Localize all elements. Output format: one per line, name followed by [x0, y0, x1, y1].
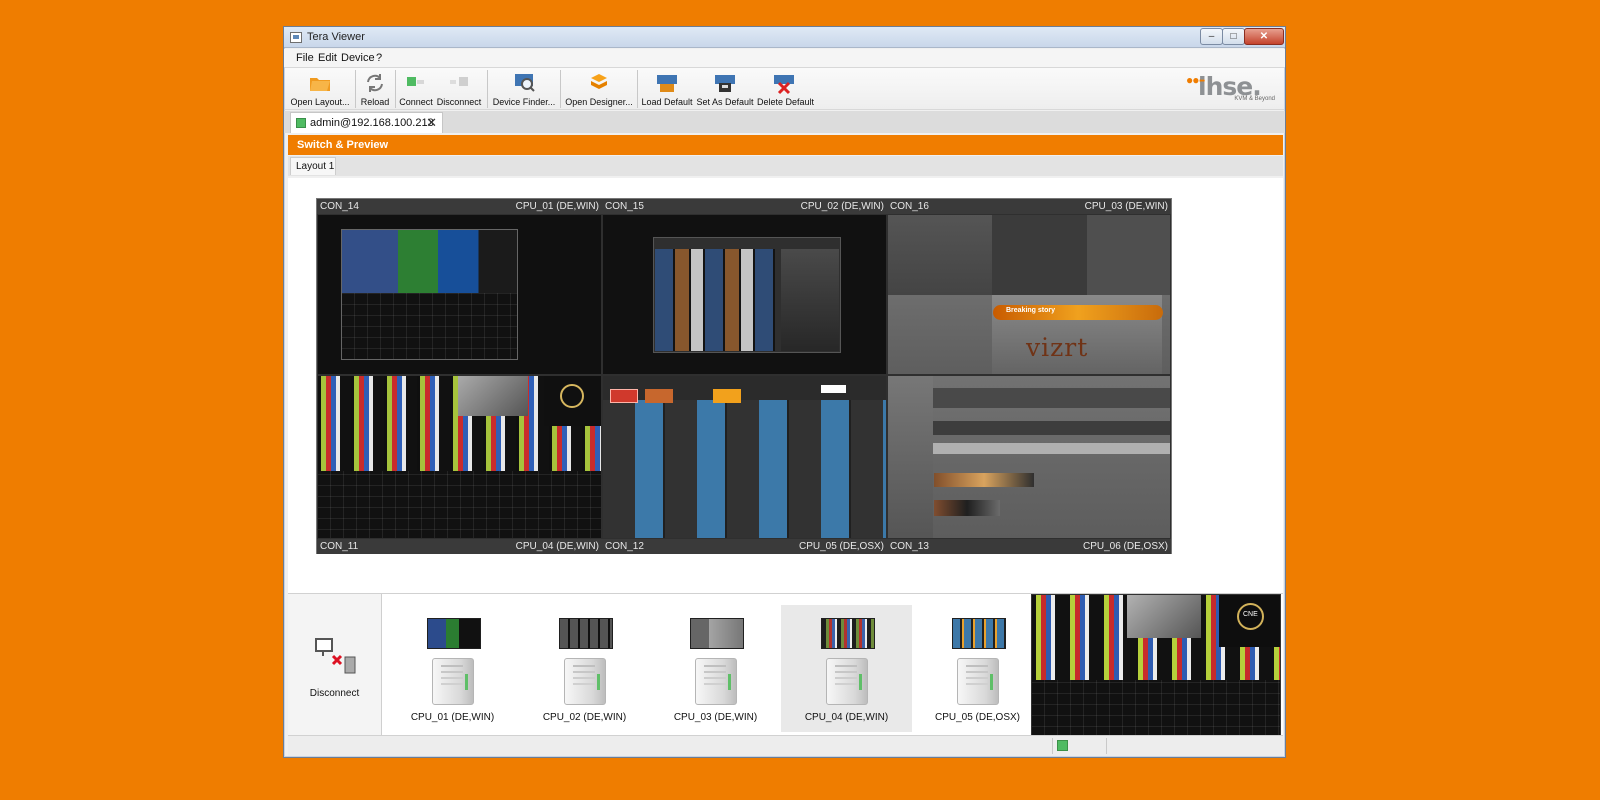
switch-preview-header: Switch & Preview: [288, 135, 1283, 155]
app-icon: [290, 32, 302, 43]
connection-status-icon: [296, 118, 306, 128]
maximize-button[interactable]: □: [1222, 28, 1245, 45]
cpu-02-label: CPU_02 (DE,WIN): [542, 712, 627, 723]
delete-default-icon: [774, 75, 794, 95]
menu-help[interactable]: ?: [376, 52, 382, 64]
menu-edit[interactable]: Edit: [318, 52, 337, 64]
bottom-label-2: CON_12 CPU_05 (DE,OSX): [602, 539, 887, 554]
monitor-con-12[interactable]: [602, 375, 887, 539]
section-title: Switch & Preview: [297, 139, 389, 151]
folder-open-icon: [310, 78, 330, 91]
cpu-04-label: CPU_04 (DE,WIN): [804, 712, 889, 723]
session-tab[interactable]: admin@192.168.100.213 ✕: [290, 112, 443, 133]
menu-bar: File Edit Device ?: [284, 49, 1285, 67]
bottom-label-3: CON_13 CPU_06 (DE,OSX): [887, 539, 1171, 554]
preview-logo-text: CNE: [1243, 611, 1258, 618]
video-wall: CON_14 CPU_01 (DE,WIN) CON_15 CPU_02 (DE,W…: [316, 198, 1172, 554]
minimize-button[interactable]: –: [1200, 28, 1223, 45]
logo-tagline: KVM & Beyond: [1234, 96, 1275, 102]
monitor-con-15[interactable]: [602, 214, 887, 375]
source-strip: Disconnect CPU_01 (DE,WIN) CPU_02 (DE,WI…: [288, 593, 1283, 736]
computer-tower-icon: [826, 658, 868, 705]
cpu-02-thumbnail: [559, 618, 613, 649]
tab-close-icon[interactable]: ✕: [426, 115, 437, 131]
session-tab-strip: admin@192.168.100.213 ✕: [284, 111, 1285, 133]
set-as-default-button[interactable]: Set As Default: [695, 68, 755, 111]
computer-tower-icon: [695, 658, 737, 705]
monitor-con-16[interactable]: Breaking story vizrt: [887, 214, 1171, 375]
device-finder-icon: [515, 74, 535, 92]
delete-default-button[interactable]: Delete Default: [757, 68, 814, 111]
top-label-2: CON_15 CPU_02 (DE,WIN): [602, 199, 887, 214]
bottom-label-1: CON_11 CPU_04 (DE,WIN): [317, 539, 602, 554]
window-title: Tera Viewer: [307, 31, 365, 43]
cpu-05-thumbnail: [952, 618, 1006, 649]
source-cpu-01[interactable]: CPU_01 (DE,WIN): [387, 605, 518, 732]
title-bar[interactable]: Tera Viewer – □ ✕: [284, 27, 1285, 48]
source-cpu-04[interactable]: CPU_04 (DE,WIN): [781, 605, 912, 732]
source-cpu-05[interactable]: CPU_05 (DE,OSX): [912, 605, 1043, 732]
disconnect-source-icon: [315, 638, 356, 674]
save-default-icon: [715, 75, 735, 92]
selected-source-preview[interactable]: CNE: [1031, 594, 1281, 736]
load-default-icon: [657, 75, 677, 92]
computer-tower-icon: [957, 658, 999, 705]
connect-icon: [407, 77, 424, 86]
vizrt-text: vizrt: [1026, 333, 1089, 362]
close-button[interactable]: ✕: [1244, 28, 1284, 45]
disconnect-toolbar-button[interactable]: Disconnect: [435, 68, 483, 111]
status-bar: [288, 735, 1283, 756]
reload-icon: [367, 74, 383, 92]
disconnect-source-button[interactable]: Disconnect: [288, 594, 382, 736]
layout-tab-strip: Layout 1: [288, 156, 1283, 176]
disconnect-icon: [450, 77, 468, 86]
menu-file[interactable]: File: [296, 52, 314, 64]
open-layout-button[interactable]: Open Layout...: [289, 68, 351, 111]
connect-button[interactable]: Connect: [397, 68, 435, 111]
load-default-button[interactable]: Load Default: [641, 68, 693, 111]
computer-tower-icon: [564, 658, 606, 705]
source-cpu-02[interactable]: CPU_02 (DE,WIN): [519, 605, 650, 732]
cpu-03-thumbnail: [690, 618, 744, 649]
disconnect-label: Disconnect: [309, 688, 360, 699]
monitor-con-14[interactable]: [317, 214, 602, 375]
cpu-04-thumbnail: [821, 618, 875, 649]
monitor-con-11[interactable]: [317, 375, 602, 539]
ihse-logo: ●●● ihse. KVM & Beyond: [1182, 72, 1276, 105]
layout-tab[interactable]: Layout 1: [290, 157, 336, 175]
breaking-story-text: Breaking story: [1006, 307, 1056, 314]
status-indicator-icon: [1057, 740, 1068, 751]
main-toolbar: Open Layout... Reload Connect Disconnect…: [285, 67, 1284, 110]
layout-canvas: CON_14 CPU_01 (DE,WIN) CON_15 CPU_02 (DE,W…: [288, 178, 1283, 593]
top-label-1: CON_14 CPU_01 (DE,WIN): [317, 199, 602, 214]
cpu-03-label: CPU_03 (DE,WIN): [673, 712, 758, 723]
source-cpu-03[interactable]: CPU_03 (DE,WIN): [650, 605, 781, 732]
menu-device[interactable]: Device: [341, 52, 375, 64]
top-label-3: CON_16 CPU_03 (DE,WIN): [887, 199, 1171, 214]
monitor-con-13[interactable]: [887, 375, 1171, 539]
device-finder-button[interactable]: Device Finder...: [490, 68, 558, 111]
session-label: admin@192.168.100.213: [310, 117, 434, 129]
cpu-01-thumbnail: [427, 618, 481, 649]
cpu-01-label: CPU_01 (DE,WIN): [410, 712, 495, 723]
tera-viewer-window: Tera Viewer – □ ✕ File Edit Device ? Ope…: [283, 26, 1286, 758]
designer-icon: [591, 74, 607, 89]
computer-tower-icon: [432, 658, 474, 705]
cpu-05-label: CPU_05 (DE,OSX): [934, 712, 1021, 723]
open-designer-button[interactable]: Open Designer...: [564, 68, 634, 111]
reload-button[interactable]: Reload: [357, 68, 393, 111]
